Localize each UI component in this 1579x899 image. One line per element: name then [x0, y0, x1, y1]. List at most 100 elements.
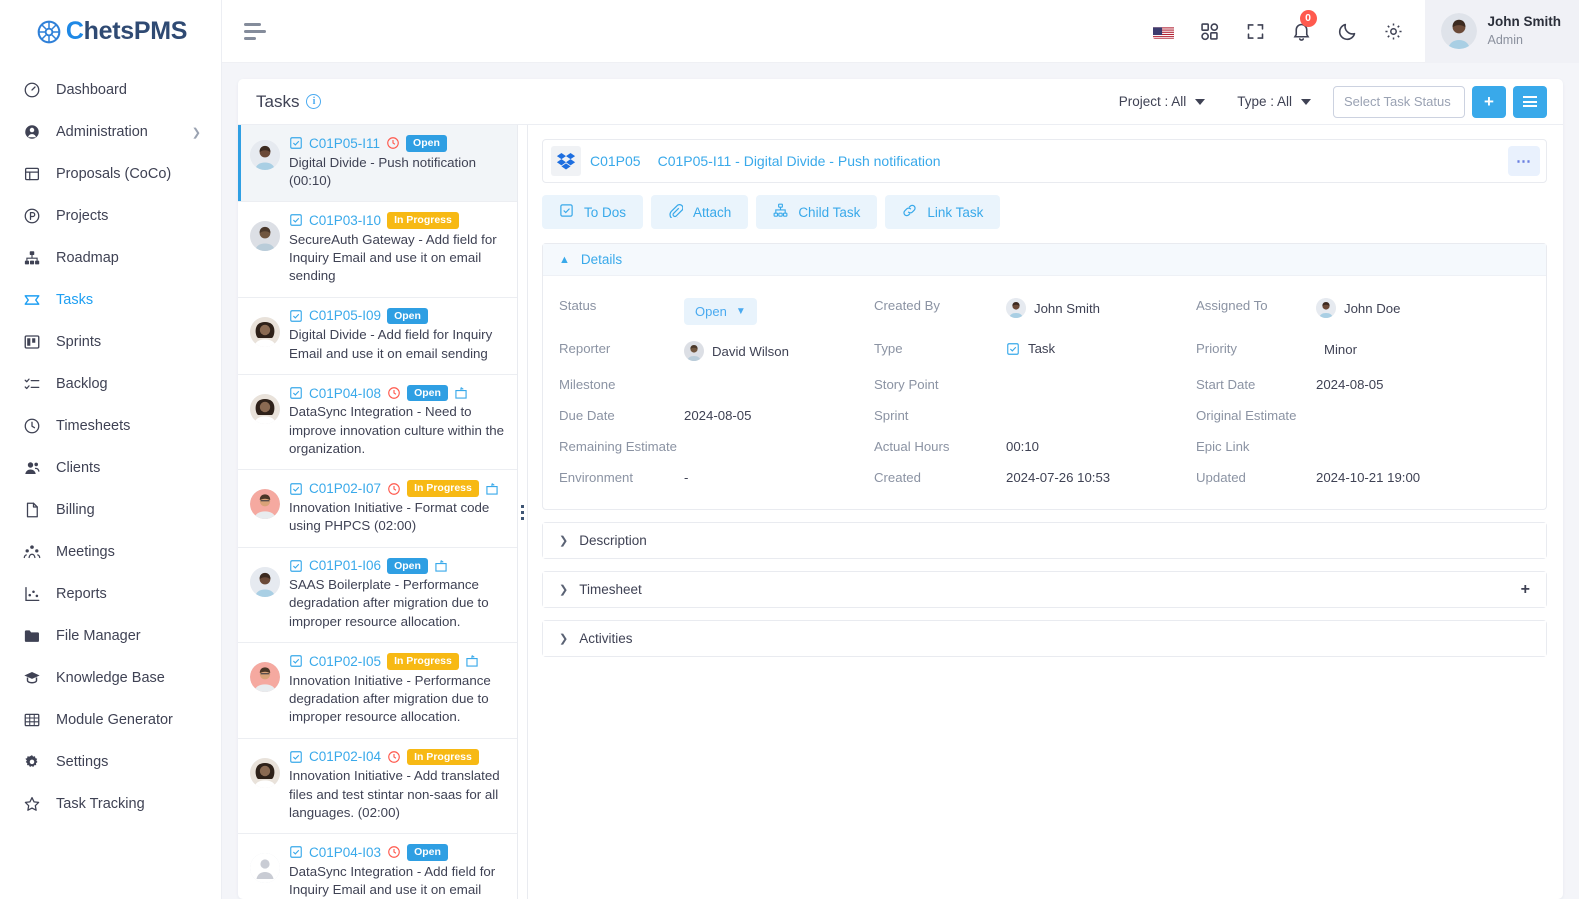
page-header-actions: Project : All Type : All + [1103, 85, 1547, 118]
sidebar-item-administration[interactable]: Administration ❯ [0, 111, 221, 153]
tab-attach[interactable]: Attach [651, 195, 749, 229]
apps-grid-icon[interactable] [1187, 0, 1233, 63]
task-item-body: C01P02-I05 In Progress Innovation Initia… [289, 653, 507, 727]
task-item-body: C01P03-I10 In Progress SecureAuth Gatewa… [289, 212, 507, 286]
task-code[interactable]: C01P02-I04 [309, 749, 381, 764]
add-timesheet-icon[interactable]: + [1521, 581, 1530, 599]
sidebar-item-tasks[interactable]: Tasks [0, 279, 221, 321]
sidebar-item-projects[interactable]: Projects [0, 195, 221, 237]
sidebar-item-settings[interactable]: Settings [0, 741, 221, 783]
task-title: Innovation Initiative - Performance degr… [289, 672, 491, 725]
notification-bell-icon[interactable]: 0 [1279, 0, 1325, 63]
sidebar-toggle-hamburger-icon[interactable] [244, 20, 270, 42]
project-code-link[interactable]: C01P05 [590, 153, 641, 169]
project-filter[interactable]: Project : All [1103, 94, 1222, 109]
activities-panel-header[interactable]: ❯ Activities [543, 621, 1546, 656]
field-value-environment: - [684, 470, 689, 485]
type-filter[interactable]: Type : All [1221, 94, 1327, 109]
sidebar-item-billing[interactable]: Billing [0, 489, 221, 531]
sidebar: ChetsPMS Dashboard Administration ❯ Prop… [0, 0, 222, 899]
settings-gear-icon[interactable] [1371, 0, 1417, 63]
task-list-item[interactable]: C01P02-I07 In Progress Innovation Initia… [238, 470, 517, 548]
sidebar-item-task-tracking[interactable]: Task Tracking [0, 783, 221, 825]
chevron-down-icon [1301, 98, 1311, 105]
task-list-item[interactable]: C01P05-I09 Open Digital Divide - Add fie… [238, 298, 517, 375]
brand-logo-area[interactable]: ChetsPMS [0, 0, 221, 63]
sidebar-item-timesheets[interactable]: Timesheets [0, 405, 221, 447]
sidebar-item-sprints[interactable]: Sprints [0, 321, 221, 363]
task-list[interactable]: C01P05-I11 Open Digital Divide - Push no… [238, 125, 518, 899]
user-circle-icon [22, 122, 42, 142]
info-icon[interactable]: i [306, 94, 322, 109]
user-menu[interactable]: John Smith Admin [1424, 0, 1579, 63]
task-detail-pane: C01P05 C01P05-I11 - Digital Divide - Pus… [528, 125, 1563, 899]
language-flag-us-icon[interactable] [1141, 0, 1187, 63]
task-list-item[interactable]: C01P03-I10 In Progress SecureAuth Gatewa… [238, 202, 517, 298]
task-title: Innovation Initiative - Add translated f… [289, 768, 500, 820]
sidebar-item-module-generator[interactable]: Module Generator [0, 699, 221, 741]
sidebar-item-dashboard[interactable]: Dashboard [0, 69, 221, 111]
drag-dots-icon [521, 504, 524, 520]
panel-resize-handle[interactable] [518, 125, 528, 899]
task-status-input[interactable] [1333, 85, 1465, 118]
sidebar-item-knowledge-base[interactable]: Knowledge Base [0, 657, 221, 699]
task-item-body: C01P04-I08 Open DataSync Integration - N… [289, 384, 507, 459]
task-title-link[interactable]: C01P05-I11 - Digital Divide - Push notif… [658, 153, 941, 169]
sidebar-item-roadmap[interactable]: Roadmap [0, 237, 221, 279]
tab-label: To Dos [584, 204, 627, 220]
status-dropdown[interactable]: Open ▼ [684, 298, 757, 325]
sidebar-item-clients[interactable]: Clients [0, 447, 221, 489]
ellipsis-icon[interactable]: ⋯ [1508, 146, 1540, 176]
task-code[interactable]: C01P02-I07 [309, 481, 381, 496]
field-label: Created By [874, 298, 940, 313]
add-task-button[interactable]: + [1472, 85, 1506, 118]
task-title: SecureAuth Gateway - Add field for Inqui… [289, 231, 497, 284]
field-value-due-date: 2024-08-05 [684, 408, 752, 423]
details-panel-header[interactable]: ▲ Details [543, 244, 1546, 276]
proposal-icon [22, 164, 42, 184]
tab-to-dos[interactable]: To Dos [542, 195, 644, 229]
sidebar-item-proposals[interactable]: Proposals (CoCo) [0, 153, 221, 195]
task-code[interactable]: C01P03-I10 [309, 213, 381, 228]
description-panel-header[interactable]: ❯ Description [543, 523, 1546, 558]
field-label: Priority [1196, 341, 1238, 356]
sidebar-item-backlog[interactable]: Backlog [0, 363, 221, 405]
task-code[interactable]: C01P05-I11 [309, 136, 380, 151]
backlog-icon [22, 374, 42, 394]
sidebar-item-file-manager[interactable]: File Manager [0, 615, 221, 657]
sidebar-item-label: Timesheets [56, 418, 131, 434]
tab-child-task[interactable]: Child Task [756, 195, 878, 229]
task-title: DataSync Integration - Need to improve i… [289, 404, 505, 457]
sidebar-item-reports[interactable]: Reports [0, 573, 221, 615]
sidebar-nav: Dashboard Administration ❯ Proposals (Co… [0, 63, 221, 899]
avatar [1316, 298, 1336, 318]
status-badge: Open [387, 307, 428, 325]
field-value-sprint [1006, 400, 1196, 416]
plus-icon: + [1484, 91, 1494, 111]
fullscreen-icon[interactable] [1233, 0, 1279, 63]
task-list-item[interactable]: C01P05-I11 Open Digital Divide - Push no… [238, 125, 517, 203]
task-code[interactable]: C01P01-I06 [309, 558, 381, 573]
timesheet-panel-header[interactable]: ❯ Timesheet + [543, 572, 1546, 607]
task-list-item[interactable]: C01P04-I08 Open DataSync Integration - N… [238, 375, 517, 471]
field-label: Original Estimate [1196, 408, 1297, 423]
sidebar-item-meetings[interactable]: Meetings [0, 531, 221, 573]
dark-mode-moon-icon[interactable] [1325, 0, 1371, 63]
task-code[interactable]: C01P05-I09 [309, 308, 381, 323]
timesheet-panel-title: Timesheet [579, 582, 642, 597]
task-list-item[interactable]: C01P04-I03 Open DataSync Integration - A… [238, 834, 517, 899]
tab-link-task[interactable]: Link Task [885, 195, 1001, 229]
field-label: Epic Link [1196, 439, 1250, 454]
chets-logo-icon [34, 17, 64, 47]
task-code[interactable]: C01P02-I05 [309, 654, 381, 669]
field-value-status: Open ▼ [684, 290, 874, 333]
list-view-button[interactable] [1513, 85, 1547, 118]
task-list-item[interactable]: C01P01-I06 Open SAAS Boilerplate - Perfo… [238, 548, 517, 644]
tab-label: Attach [693, 204, 732, 220]
task-code[interactable]: C01P04-I03 [309, 845, 381, 860]
task-list-item[interactable]: C01P02-I05 In Progress Innovation Initia… [238, 643, 517, 739]
roadmap-icon [22, 248, 42, 268]
activities-panel: ❯ Activities [542, 620, 1547, 657]
task-list-item[interactable]: C01P02-I04 In Progress Innovation Initia… [238, 739, 517, 835]
task-code[interactable]: C01P04-I08 [309, 386, 381, 401]
